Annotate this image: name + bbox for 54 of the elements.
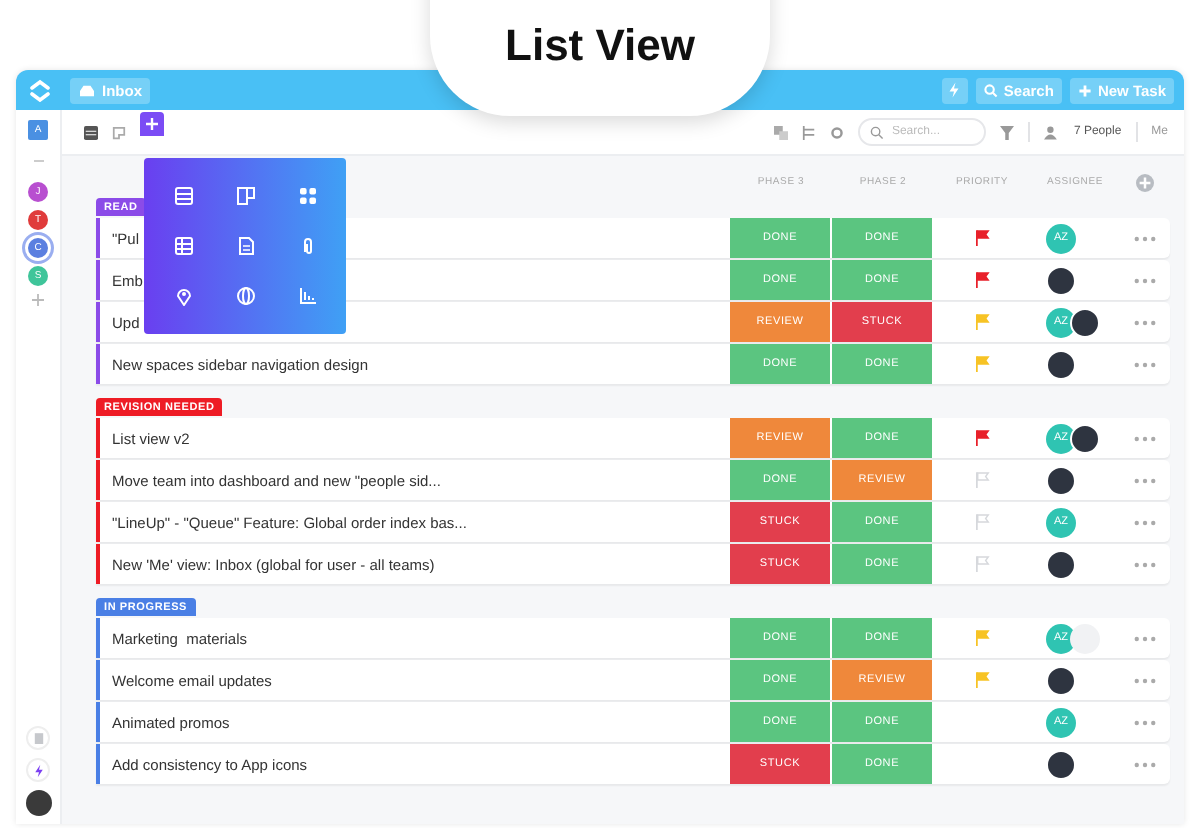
more-icon[interactable] [1134, 761, 1156, 767]
assignee-photo[interactable] [1046, 665, 1076, 695]
search-icon [869, 126, 884, 140]
copy-icon[interactable] [773, 125, 788, 139]
assignee-photo[interactable] [1046, 549, 1076, 579]
more-icon[interactable] [1134, 277, 1156, 283]
flag-icon[interactable] [975, 430, 989, 446]
document-icon[interactable] [235, 235, 255, 256]
more-icon[interactable] [1134, 477, 1156, 483]
add-column-icon[interactable] [1136, 173, 1154, 191]
assignee-photo[interactable] [1046, 749, 1076, 779]
people-icon[interactable] [1043, 125, 1060, 139]
add-view-button[interactable] [140, 112, 164, 136]
more-icon[interactable] [1134, 719, 1156, 725]
clipboard-icon [33, 732, 43, 744]
tree-icon[interactable] [801, 125, 816, 139]
title-badge: List View [430, 0, 770, 116]
logo-icon [28, 78, 52, 102]
board-icon[interactable] [235, 185, 255, 206]
grid-icon[interactable] [297, 185, 317, 206]
inbox-icon [78, 83, 96, 97]
more-icon[interactable] [1134, 235, 1156, 241]
more-icon[interactable] [1134, 635, 1156, 641]
flag-icon[interactable] [975, 272, 989, 288]
assignee-photo[interactable] [1070, 423, 1100, 453]
globe-icon[interactable] [235, 286, 255, 307]
more-icon[interactable] [1134, 319, 1156, 325]
more-icon[interactable] [1134, 361, 1156, 367]
lightning-icon [948, 82, 961, 98]
assignee-photo[interactable] [1046, 265, 1076, 295]
list-view-icon[interactable] [84, 125, 98, 139]
location-pin-icon[interactable] [173, 286, 193, 307]
plus-icon [1077, 83, 1092, 97]
table-icon[interactable] [173, 235, 193, 256]
search-icon [983, 83, 998, 97]
filter-icon[interactable] [999, 125, 1014, 139]
more-icon[interactable] [1134, 435, 1156, 441]
assignee-photo[interactable] [1046, 465, 1076, 495]
add-icon[interactable] [32, 294, 44, 306]
plus-icon [146, 118, 158, 130]
flag-icon[interactable] [975, 230, 989, 246]
assignee-photo[interactable] [1070, 307, 1100, 337]
more-icon[interactable] [1134, 561, 1156, 567]
assignee-photo[interactable] [1046, 349, 1076, 379]
board-view-icon[interactable] [112, 125, 126, 139]
more-icon[interactable] [1134, 677, 1156, 683]
lightning-button[interactable] [26, 758, 50, 782]
clipboard-button[interactable] [26, 726, 50, 750]
list-icon[interactable] [173, 185, 193, 206]
lightning-icon [33, 763, 43, 777]
chart-icon[interactable] [297, 286, 317, 307]
settings-icon[interactable] [829, 125, 844, 139]
more-icon[interactable] [1134, 519, 1156, 525]
user-avatar[interactable] [25, 790, 51, 816]
